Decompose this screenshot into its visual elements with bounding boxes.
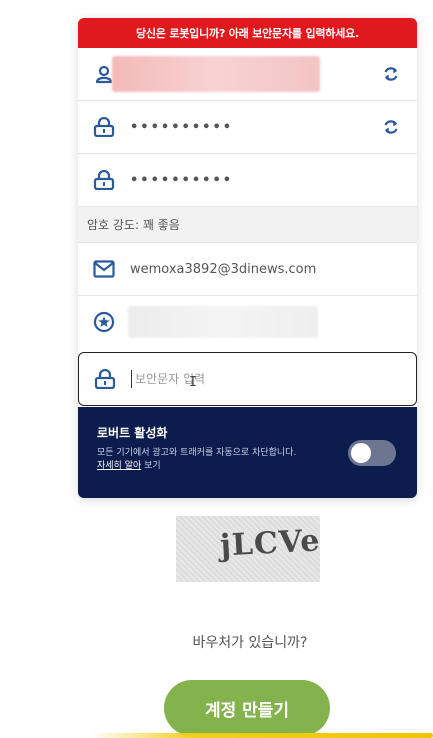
- referral-row[interactable]: [78, 296, 417, 348]
- mail-icon: [78, 260, 130, 278]
- email-field[interactable]: wemoxa3892@3dinews.com: [130, 262, 365, 277]
- robot-title: 로버트 활성화: [97, 426, 168, 440]
- refresh-icon[interactable]: [365, 118, 417, 136]
- captcha-input-row[interactable]: I: [78, 352, 417, 406]
- confirm-password-row[interactable]: ••••••••••: [78, 154, 417, 207]
- lock-icon: [79, 369, 131, 389]
- create-account-button[interactable]: 계정 만들기: [164, 680, 330, 736]
- username-row[interactable]: [78, 48, 417, 101]
- lock-icon: [78, 117, 130, 137]
- text-cursor-icon: I: [189, 375, 197, 390]
- email-row[interactable]: wemoxa3892@3dinews.com: [78, 243, 417, 296]
- robot-warning-banner: 당신은 로봇입니까? 아래 보안문자를 입력하세요.: [78, 18, 417, 48]
- robot-promo: 로버트 활성화 모든 기기에서 광고와 트래커를 자동으로 차단합니다. 자세히…: [78, 407, 417, 498]
- refresh-icon[interactable]: [365, 65, 417, 83]
- signup-card: 당신은 로봇입니까? 아래 보안문자를 입력하세요. •••••••••• ••…: [78, 18, 417, 498]
- voucher-link[interactable]: 바우처가 있습니까?: [0, 632, 433, 652]
- password-strength: 암호 강도: 꽤 좋음: [78, 207, 417, 243]
- confirm-password-field[interactable]: ••••••••••: [130, 173, 365, 188]
- captcha-input[interactable]: [131, 370, 396, 388]
- lock-icon: [78, 170, 130, 190]
- robot-toggle[interactable]: [348, 440, 396, 466]
- toggle-knob: [351, 443, 371, 463]
- username-value-blurred: [112, 56, 320, 92]
- learn-more-link[interactable]: 자세히 알아: [97, 461, 141, 471]
- captcha-image: jLCVe: [176, 516, 320, 582]
- captcha-text: jLCVe: [219, 523, 320, 564]
- password-row[interactable]: ••••••••••: [78, 101, 417, 154]
- star-circle-icon: [78, 311, 130, 333]
- decorative-line: [90, 733, 433, 738]
- robot-description: 모든 기기에서 광고와 트래커를 자동으로 차단합니다. 자세히 알아 보기: [97, 448, 297, 471]
- referral-value-blurred: [128, 306, 318, 338]
- password-field[interactable]: ••••••••••: [130, 120, 365, 135]
